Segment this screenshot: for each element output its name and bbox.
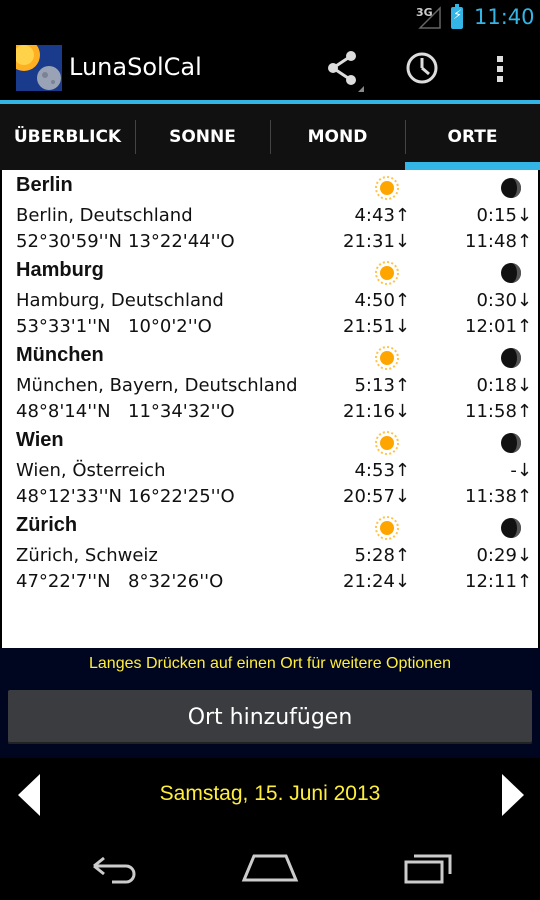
place-name: Hamburg — [16, 259, 104, 281]
app-logo-icon — [16, 45, 62, 91]
moon-time-1: 0:15↓ — [476, 205, 532, 226]
current-date[interactable]: Samstag, 15. Juni 2013 — [0, 782, 540, 806]
place-coordinates: 48°12'33''N 16°22'25''O — [16, 486, 235, 507]
sun-icon — [375, 346, 399, 370]
place-coordinates: 52°30'59''N 13°22'44''O — [16, 231, 235, 252]
moon-icon — [501, 518, 521, 538]
sunrise-time: 5:28↑ — [354, 545, 410, 566]
sunrise-time: 4:43↑ — [354, 205, 410, 226]
place-latitude: 47°22'7''N — [16, 571, 111, 592]
tab-bar: ÜBERBLICK SONNE MOND ORTE — [0, 104, 540, 170]
list-item[interactable]: München München, Bayern, Deutschland 48°… — [2, 340, 538, 425]
moon-time-2: 11:38↑ — [465, 486, 532, 507]
tab-ueberblick[interactable]: ÜBERBLICK — [0, 104, 135, 170]
back-button[interactable] — [82, 846, 142, 886]
places-list[interactable]: Berlin Berlin, Deutschland 52°30'59''N 13… — [2, 170, 538, 648]
sun-icon — [375, 516, 399, 540]
long-press-hint: Langes Drücken auf einen Ort für weitere… — [0, 650, 540, 678]
moon-icon — [501, 178, 521, 198]
place-name: München — [16, 344, 104, 366]
place-latitude: 48°8'14''N — [16, 401, 111, 422]
list-item[interactable]: Berlin Berlin, Deutschland 52°30'59''N 13… — [2, 170, 538, 255]
tab-orte[interactable]: ORTE — [405, 104, 540, 170]
sun-icon — [375, 176, 399, 200]
moon-icon — [501, 263, 521, 283]
place-longitude: 13°22'44''O — [128, 231, 235, 252]
tab-sonne[interactable]: SONNE — [135, 104, 270, 170]
sun-icon — [375, 261, 399, 285]
list-item[interactable]: Hamburg Hamburg, Deutschland 53°33'1''N 1… — [2, 255, 538, 340]
action-bar: LunaSolCal — [0, 36, 540, 100]
moon-time-2: 12:01↑ — [465, 316, 532, 337]
place-coordinates: 47°22'7''N 8°32'26''O — [16, 571, 223, 592]
clock-icon — [406, 52, 438, 84]
sunset-time: 21:16↓ — [343, 401, 410, 422]
sunrise-time: 4:53↑ — [354, 460, 410, 481]
list-item[interactable]: Zürich Zürich, Schweiz 47°22'7''N 8°32'26… — [2, 510, 538, 595]
moon-time-1: 0:29↓ — [476, 545, 532, 566]
sunset-time: 20:57↓ — [343, 486, 410, 507]
moon-icon — [501, 348, 521, 368]
place-latitude: 52°30'59''N — [16, 231, 123, 252]
sunrise-time: 5:13↑ — [354, 375, 410, 396]
moon-time-1: 0:18↓ — [476, 375, 532, 396]
app-icon[interactable] — [16, 45, 62, 91]
share-button[interactable] — [318, 44, 366, 92]
place-name: Wien — [16, 429, 64, 451]
next-day-button[interactable] — [494, 772, 528, 818]
history-button[interactable] — [398, 44, 446, 92]
place-region: Zürich, Schweiz — [16, 545, 158, 566]
moon-time-2: 12:11↑ — [465, 571, 532, 592]
sun-icon — [375, 431, 399, 455]
list-item[interactable]: Wien Wien, Österreich 48°12'33''N 16°22'2… — [2, 425, 538, 510]
place-region: Berlin, Deutschland — [16, 205, 193, 226]
signal-icon — [418, 6, 441, 29]
place-region: Wien, Österreich — [16, 460, 166, 481]
status-bar: 3G ⚡ 11:40 — [0, 0, 540, 36]
sunset-time: 21:24↓ — [343, 571, 410, 592]
home-button[interactable] — [240, 846, 300, 886]
date-bar: Samstag, 15. Juni 2013 — [0, 758, 540, 832]
sunset-time: 21:51↓ — [343, 316, 410, 337]
tab-mond[interactable]: MOND — [270, 104, 405, 170]
place-latitude: 48°12'33''N — [16, 486, 123, 507]
place-longitude: 10°0'2''O — [128, 316, 212, 337]
place-latitude: 53°33'1''N — [16, 316, 111, 337]
sunrise-time: 4:50↑ — [354, 290, 410, 311]
charging-icon: ⚡ — [453, 8, 463, 23]
overflow-menu-button[interactable] — [476, 44, 524, 92]
moon-time-1: -↓ — [510, 460, 532, 481]
sunset-time: 21:31↓ — [343, 231, 410, 252]
clock: 11:40 — [474, 5, 535, 29]
more-vertical-icon — [497, 56, 503, 82]
place-longitude: 16°22'25''O — [128, 486, 235, 507]
moon-time-2: 11:48↑ — [465, 231, 532, 252]
recent-apps-button[interactable] — [398, 846, 458, 886]
share-icon — [328, 51, 364, 92]
place-longitude: 11°34'32''O — [128, 401, 235, 422]
place-coordinates: 53°33'1''N 10°0'2''O — [16, 316, 212, 337]
place-name: Zürich — [16, 514, 78, 536]
add-place-button[interactable]: Ort hinzufügen — [8, 690, 532, 744]
place-longitude: 8°32'26''O — [128, 571, 224, 592]
place-region: München, Bayern, Deutschland — [16, 375, 298, 396]
moon-time-2: 11:58↑ — [465, 401, 532, 422]
system-nav-bar — [0, 832, 540, 900]
moon-time-1: 0:30↓ — [476, 290, 532, 311]
place-name: Berlin — [16, 174, 73, 196]
place-region: Hamburg, Deutschland — [16, 290, 224, 311]
moon-icon — [501, 433, 521, 453]
app-title: LunaSolCal — [69, 53, 202, 81]
place-coordinates: 48°8'14''N 11°34'32''O — [16, 401, 235, 422]
